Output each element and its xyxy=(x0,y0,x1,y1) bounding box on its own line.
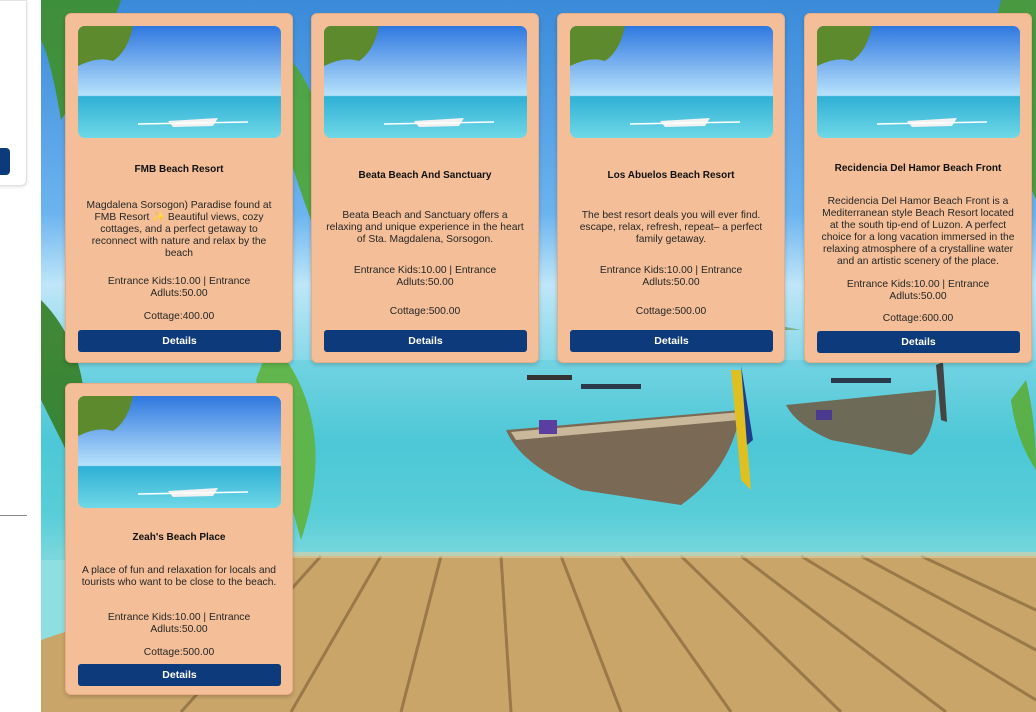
beach-photo-icon xyxy=(78,26,281,138)
beach-photo-icon xyxy=(570,26,773,138)
resort-card: FMB Beach Resort Magdalena Sorsogon) Par… xyxy=(65,13,293,363)
beach-photo-icon xyxy=(324,26,527,138)
entrance-fees: Entrance Kids:10.00 | Entrance Adluts:50… xyxy=(846,279,990,302)
resort-thumbnail xyxy=(78,26,281,138)
cottage-price: Cottage:600.00 xyxy=(882,313,954,324)
entrance-fees: Entrance Kids:10.00 | Entrance Adluts:50… xyxy=(599,265,743,288)
details-button[interactable]: Details xyxy=(570,330,773,352)
resort-name: Recidencia Del Hamor Beach Front xyxy=(834,163,1002,174)
sidebar-divider xyxy=(0,515,27,516)
resort-thumbnail xyxy=(570,26,773,138)
resort-name: FMB Beach Resort xyxy=(134,164,224,175)
resort-card: Los Abuelos Beach Resort The best resort… xyxy=(557,13,785,363)
sidebar-button[interactable] xyxy=(0,148,10,175)
resort-description: The best resort deals you will ever find… xyxy=(579,210,763,245)
resort-card: Beata Beach And Sanctuary Beata Beach an… xyxy=(311,13,539,363)
details-button[interactable]: Details xyxy=(78,330,281,352)
details-button[interactable]: Details xyxy=(817,331,1020,353)
beach-photo-icon xyxy=(78,396,281,508)
cottage-price: Cottage:500.00 xyxy=(389,306,461,317)
beach-photo-icon xyxy=(817,26,1020,138)
resort-thumbnail xyxy=(324,26,527,138)
sidebar xyxy=(0,0,41,712)
resort-name: Los Abuelos Beach Resort xyxy=(607,170,735,181)
resort-name: Beata Beach And Sanctuary xyxy=(358,170,492,181)
cottage-price: Cottage:500.00 xyxy=(635,306,707,317)
resort-description: Recidencia Del Hamor Beach Front is a Me… xyxy=(821,196,1015,267)
resort-thumbnail xyxy=(817,26,1020,138)
sidebar-panel xyxy=(0,0,27,186)
resort-card: Zeah's Beach Place A place of fun and re… xyxy=(65,383,293,695)
resort-thumbnail xyxy=(78,396,281,508)
resort-name: Zeah's Beach Place xyxy=(132,532,226,543)
entrance-fees: Entrance Kids:10.00 | Entrance Adluts:50… xyxy=(107,276,251,299)
cottage-price: Cottage:500.00 xyxy=(143,647,215,658)
details-button[interactable]: Details xyxy=(78,664,281,686)
cottage-price: Cottage:400.00 xyxy=(143,311,215,322)
details-button[interactable]: Details xyxy=(324,330,527,352)
entrance-fees: Entrance Kids:10.00 | Entrance Adluts:50… xyxy=(353,265,497,288)
resort-description: Magdalena Sorsogon) Paradise found at FM… xyxy=(86,200,272,259)
resort-description: Beata Beach and Sanctuary offers a relax… xyxy=(326,210,524,245)
resort-description: A place of fun and relaxation for locals… xyxy=(81,565,277,588)
resort-card: Recidencia Del Hamor Beach Front Reciden… xyxy=(804,13,1032,363)
entrance-fees: Entrance Kids:10.00 | Entrance Adluts:50… xyxy=(107,612,251,635)
